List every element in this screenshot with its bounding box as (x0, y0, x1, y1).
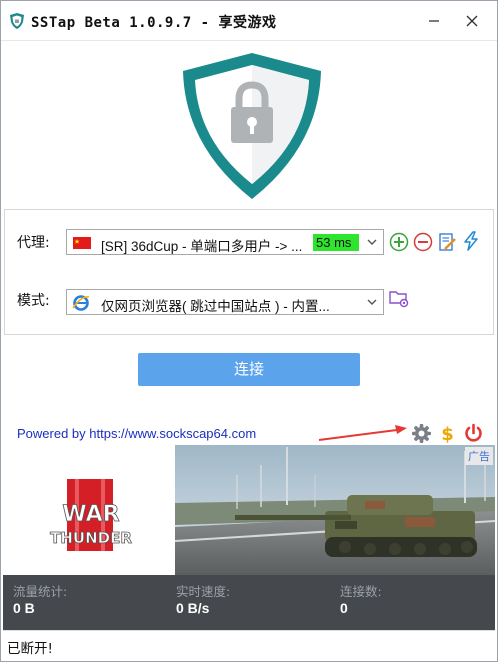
rules-folder-icon[interactable] (389, 288, 409, 308)
connections-value: 0 (340, 600, 348, 616)
svg-text:$: $ (441, 424, 454, 444)
traffic-label: 流量统计: (13, 584, 68, 599)
war-thunder-logo: WAR THUNDER (50, 479, 133, 551)
speed-value: 0 B/s (176, 600, 210, 616)
mode-label: 模式: (17, 293, 50, 309)
stats-bar: 流量统计: 0 B 实时速度: 0 B/s 连接数: 0 (3, 575, 495, 630)
proxy-select[interactable]: [SR] 36dCup - 单端口多用户 -> ... 53 ms (66, 229, 384, 255)
status-bar: 已断开! (3, 630, 495, 660)
remove-proxy-icon[interactable] (413, 232, 433, 252)
ad-image: 广告 (174, 445, 495, 575)
chevron-down-icon[interactable] (366, 236, 378, 248)
shield-lock-icon (183, 53, 321, 199)
red-arrow-icon (318, 425, 407, 441)
ad-banner[interactable]: WAR THUNDER 广告 (3, 445, 495, 575)
latency-badge: 53 ms (313, 234, 359, 251)
config-panel: 代理: [SR] 36dCup - 单端口多用户 -> ... 53 ms 模式… (4, 209, 494, 335)
window-title: SSTap Beta 1.0.9.7 - 享受游戏 (31, 15, 277, 31)
settings-gear-icon[interactable] (411, 423, 432, 444)
proxy-selected-text: [SR] 36dCup - 单端口多用户 -> ... (101, 239, 303, 254)
speed-label: 实时速度: (176, 584, 231, 599)
tank-scene-image (174, 445, 495, 575)
connect-button[interactable]: 连接 (138, 353, 360, 386)
mode-select[interactable]: 仅网页浏览器( 跳过中国站点 ) - 内置... (66, 289, 384, 315)
proxy-label: 代理: (17, 235, 50, 251)
china-flag-icon (73, 237, 91, 249)
connections-label: 连接数: (340, 584, 382, 599)
svg-text:WAR: WAR (62, 502, 119, 527)
minimize-icon[interactable] (421, 9, 447, 33)
test-speed-icon[interactable] (461, 231, 481, 251)
traffic-value: 0 B (13, 600, 35, 616)
ad-badge: 广告 (465, 447, 493, 465)
title-bar[interactable]: SSTap Beta 1.0.9.7 - 享受游戏 (1, 1, 497, 41)
app-window: SSTap Beta 1.0.9.7 - 享受游戏 代理: [SR] 36dCu… (0, 0, 498, 662)
add-proxy-icon[interactable] (389, 232, 409, 252)
app-shield-icon (10, 13, 24, 29)
svg-text:THUNDER: THUNDER (50, 529, 132, 547)
close-icon[interactable] (459, 9, 485, 33)
connection-status: 已断开! (7, 641, 53, 657)
mode-selected-text: 仅网页浏览器( 跳过中国站点 ) - 内置... (101, 299, 330, 314)
chevron-down-icon[interactable] (366, 296, 378, 308)
ad-logo-panel: WAR THUNDER (3, 445, 175, 575)
power-icon[interactable] (463, 423, 484, 444)
powered-by-link[interactable]: Powered by https://www.sockscap64.com (17, 426, 256, 441)
edit-proxy-icon[interactable] (437, 232, 457, 252)
donate-dollar-icon[interactable]: $ (437, 423, 458, 444)
ie-browser-icon (72, 295, 90, 311)
